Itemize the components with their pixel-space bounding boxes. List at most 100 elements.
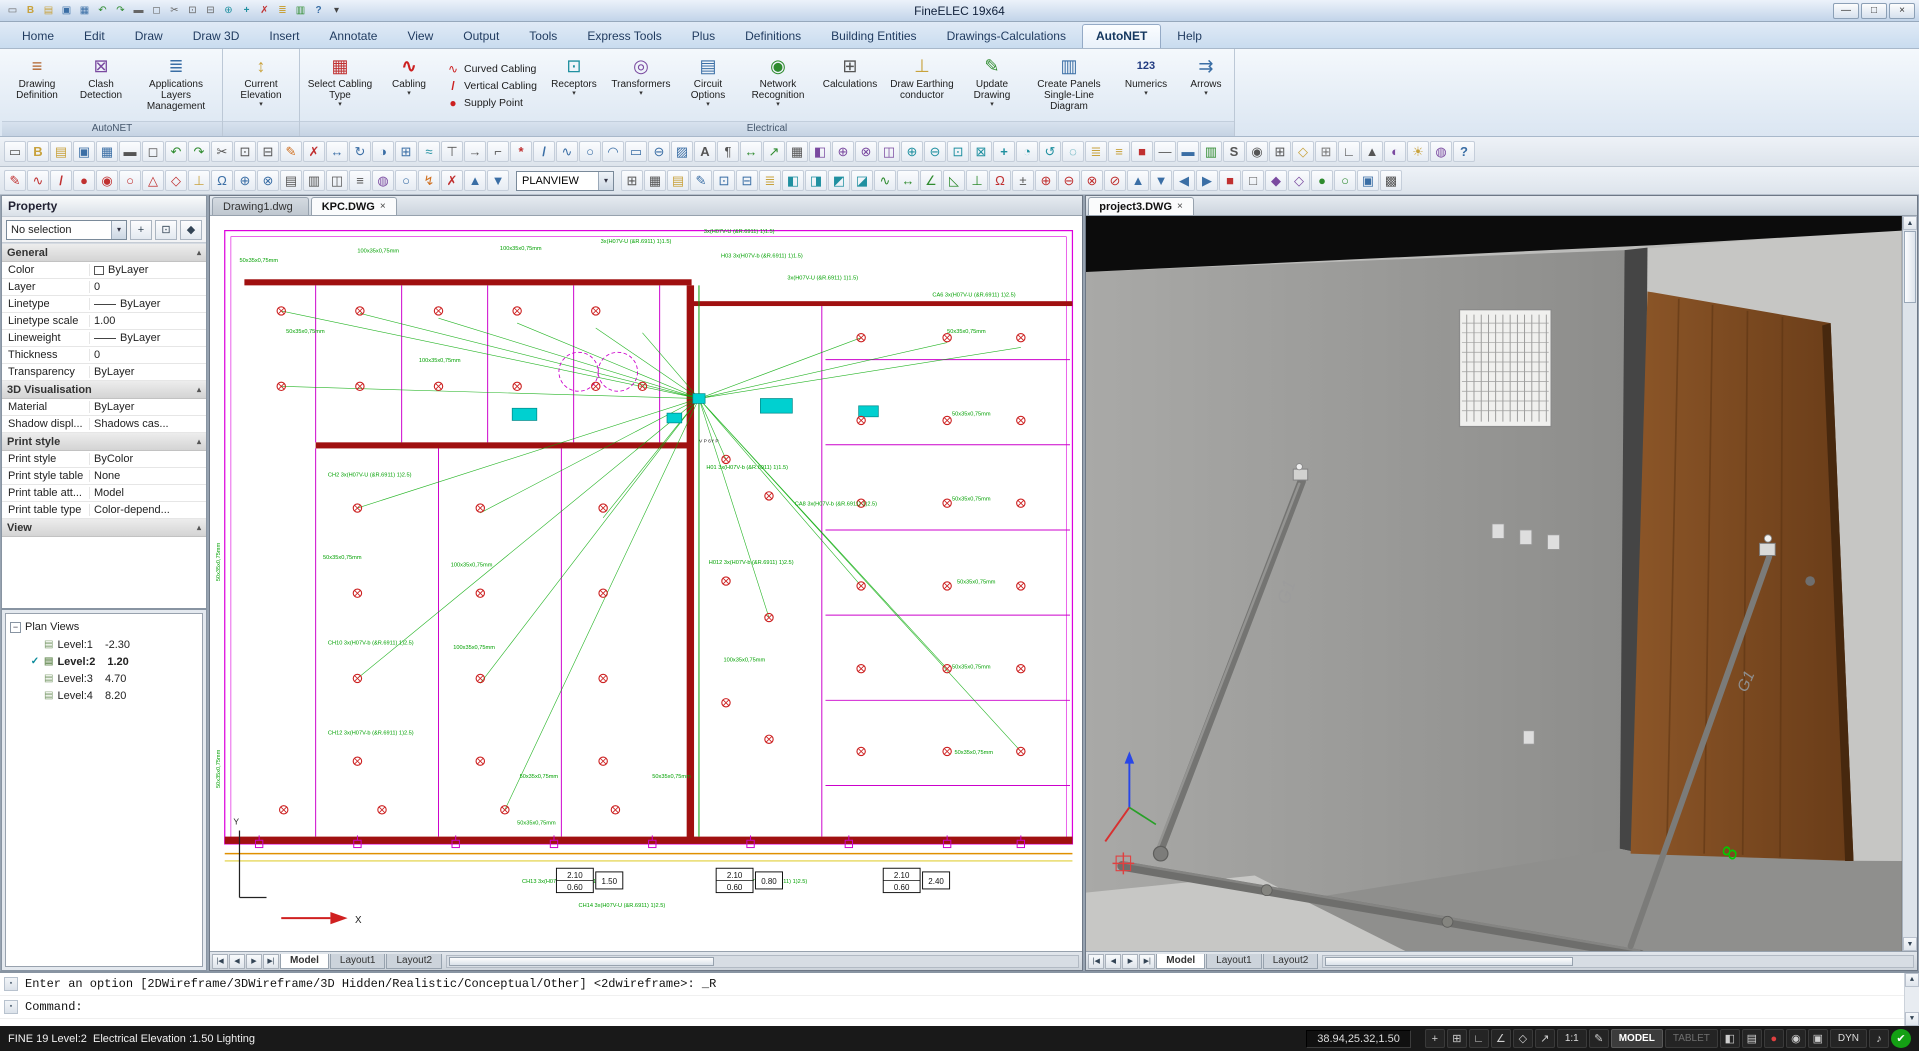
xref-icon[interactable]: ⊗ bbox=[855, 141, 877, 162]
redraw-icon[interactable]: ◌ bbox=[1062, 141, 1084, 162]
menu-tab-insert[interactable]: Insert bbox=[255, 24, 313, 48]
plan-view-level-1[interactable]: ▤ Level:1 -2.30 bbox=[8, 636, 200, 653]
property-row[interactable]: Material ByLayer bbox=[2, 399, 206, 416]
corner1-icon[interactable]: ◩ bbox=[828, 170, 850, 191]
trim-icon[interactable]: ⊤ bbox=[441, 141, 463, 162]
plan-views-root[interactable]: − Plan Views bbox=[8, 618, 200, 636]
layout-nav-button[interactable]: ◀ bbox=[229, 954, 245, 969]
menu-tab-tools[interactable]: Tools bbox=[515, 24, 571, 48]
tablet-toggle[interactable]: TABLET bbox=[1665, 1029, 1718, 1048]
diamond2-icon[interactable]: ◆ bbox=[1265, 170, 1287, 191]
pickadd-toggle-button[interactable]: ◆ bbox=[180, 220, 202, 240]
layout1-tab[interactable]: Layout1 bbox=[1206, 954, 1262, 969]
horizontal-scrollbar[interactable] bbox=[1322, 955, 1914, 968]
property-row[interactable]: Print table type Color-depend... bbox=[2, 502, 206, 519]
rectangle-icon[interactable]: ▭ bbox=[625, 141, 647, 162]
property-row[interactable]: Transparency ByLayer bbox=[2, 364, 206, 381]
layout-nav-button[interactable]: ▶ bbox=[246, 954, 262, 969]
plan-view-level-4[interactable]: ▤ Level:4 8.20 bbox=[8, 687, 200, 704]
target-icon[interactable]: ◉ bbox=[1786, 1029, 1806, 1048]
save-icon[interactable]: ▣ bbox=[73, 141, 95, 162]
transformers-button[interactable]: ◎ Transformers ▾ bbox=[606, 51, 676, 121]
drawing-tab-kpc[interactable]: KPC.DWG× bbox=[311, 197, 397, 215]
fillet-icon[interactable]: ⌐ bbox=[487, 141, 509, 162]
half-left-icon[interactable]: ◧ bbox=[782, 170, 804, 191]
etrack-toggle[interactable]: ↗ bbox=[1535, 1029, 1555, 1048]
menu-tab-draw3d[interactable]: Draw 3D bbox=[179, 24, 254, 48]
multiply-icon[interactable]: ⊗ bbox=[1081, 170, 1103, 191]
command-line-area[interactable]: ▪ Enter an option [2DWireframe/3DWirefra… bbox=[0, 971, 1919, 1026]
pan-icon[interactable]: + bbox=[993, 141, 1015, 162]
print-preview-icon[interactable]: ◻ bbox=[142, 141, 164, 162]
help-icon[interactable]: ? bbox=[1453, 141, 1475, 162]
sheets-icon[interactable]: ▤ bbox=[1742, 1029, 1762, 1048]
text-icon[interactable]: A bbox=[694, 141, 716, 162]
model-tab[interactable]: Model bbox=[280, 954, 329, 969]
close-icon[interactable]: × bbox=[1177, 201, 1183, 212]
layout-nav-button[interactable]: ▶| bbox=[1139, 954, 1155, 969]
qat-save-icon[interactable]: ▣ bbox=[58, 3, 75, 19]
close-icon[interactable]: × bbox=[380, 201, 386, 212]
qat-paste-icon[interactable]: ⊟ bbox=[202, 3, 219, 19]
move-icon[interactable]: ↔ bbox=[326, 141, 348, 162]
drawing-definition-button[interactable]: ≡ Drawing Definition bbox=[5, 51, 69, 121]
layout-nav-button[interactable]: |◀ bbox=[1088, 954, 1104, 969]
menu-tab-definitions[interactable]: Definitions bbox=[731, 24, 815, 48]
layout1-tab[interactable]: Layout1 bbox=[330, 954, 386, 969]
property-row[interactable]: Color ByLayer bbox=[2, 262, 206, 279]
regen-icon[interactable]: ↺ bbox=[1039, 141, 1061, 162]
chevron-down-icon[interactable]: ▾ bbox=[111, 221, 126, 239]
save-all-icon[interactable]: ▦ bbox=[96, 141, 118, 162]
paste-icon[interactable]: ⊟ bbox=[257, 141, 279, 162]
arc-icon[interactable]: ◠ bbox=[602, 141, 624, 162]
command-scrollbar[interactable]: ▲ ▼ bbox=[1904, 973, 1919, 1026]
sphere-icon[interactable]: ◍ bbox=[372, 170, 394, 191]
collapse-icon[interactable]: ▴ bbox=[197, 248, 201, 257]
lock-icon[interactable]: ▣ bbox=[1808, 1029, 1828, 1048]
select-cabling-type-button[interactable]: ▦ Select Cabling Type ▾ bbox=[303, 51, 377, 121]
quickview-icon[interactable]: ◧ bbox=[1720, 1029, 1740, 1048]
render-3d-canvas[interactable]: G1G18 bbox=[1086, 216, 1902, 951]
layout2-tab[interactable]: Layout2 bbox=[1263, 954, 1319, 969]
times-circle-icon[interactable]: ⊗ bbox=[257, 170, 279, 191]
line-icon[interactable]: / bbox=[533, 141, 555, 162]
print-icon[interactable]: ▬ bbox=[119, 141, 141, 162]
down-icon[interactable]: ▼ bbox=[487, 170, 509, 191]
ortho-toggle[interactable]: ∟ bbox=[1469, 1029, 1489, 1048]
image-icon[interactable]: ◫ bbox=[878, 141, 900, 162]
ellipse-icon[interactable]: ⊖ bbox=[648, 141, 670, 162]
mirror-icon[interactable]: ◑ bbox=[372, 141, 394, 162]
ring-icon[interactable]: ○ bbox=[1334, 170, 1356, 191]
layout-nav-button[interactable]: ▶| bbox=[263, 954, 279, 969]
qat-pan-icon[interactable]: + bbox=[238, 3, 255, 19]
menu-tab-edit[interactable]: Edit bbox=[70, 24, 119, 48]
plus-circle-icon[interactable]: ⊕ bbox=[234, 170, 256, 191]
qat-print-icon[interactable]: ▬ bbox=[130, 3, 147, 19]
new-icon[interactable]: ▭ bbox=[4, 141, 26, 162]
extend-icon[interactable]: → bbox=[464, 141, 486, 162]
divide-icon[interactable]: ⊘ bbox=[1104, 170, 1126, 191]
qat-overflow-icon[interactable]: ▾ bbox=[328, 3, 345, 19]
add-icon[interactable]: ⊕ bbox=[1035, 170, 1057, 191]
clash-detection-button[interactable]: ⊠ Clash Detection bbox=[69, 51, 133, 121]
scale-display[interactable]: 1:1 bbox=[1557, 1029, 1587, 1048]
receptors-button[interactable]: ⊡ Receptors ▾ bbox=[542, 51, 606, 121]
command-prompt[interactable]: Command: bbox=[25, 1000, 83, 1014]
triangle-icon[interactable]: △ bbox=[142, 170, 164, 191]
circle-red-icon[interactable]: ○ bbox=[119, 170, 141, 191]
point-icon[interactable]: ● bbox=[73, 170, 95, 191]
half-right-icon[interactable]: ◨ bbox=[805, 170, 827, 191]
qat-undo-icon[interactable]: ↶ bbox=[94, 3, 111, 19]
arrows-button[interactable]: ⇉ Arrows ▾ bbox=[1178, 51, 1234, 121]
property-row[interactable]: Lineweight ByLayer bbox=[2, 330, 206, 347]
model-tab[interactable]: Model bbox=[1156, 954, 1205, 969]
bolt-icon[interactable]: ↯ bbox=[418, 170, 440, 191]
style-icon[interactable]: S bbox=[1223, 141, 1245, 162]
panel2-icon[interactable]: ▥ bbox=[303, 170, 325, 191]
curved-cabling-button[interactable]: ∿ Curved Cabling bbox=[446, 62, 537, 76]
menu-tab-express-tools[interactable]: Express Tools bbox=[573, 24, 675, 48]
vertical-cabling-button[interactable]: / Vertical Cabling bbox=[446, 79, 537, 93]
property-section-general[interactable]: General ▴ bbox=[2, 244, 206, 262]
model-toggle[interactable]: MODEL bbox=[1611, 1029, 1663, 1048]
close-button[interactable]: × bbox=[1889, 3, 1915, 19]
